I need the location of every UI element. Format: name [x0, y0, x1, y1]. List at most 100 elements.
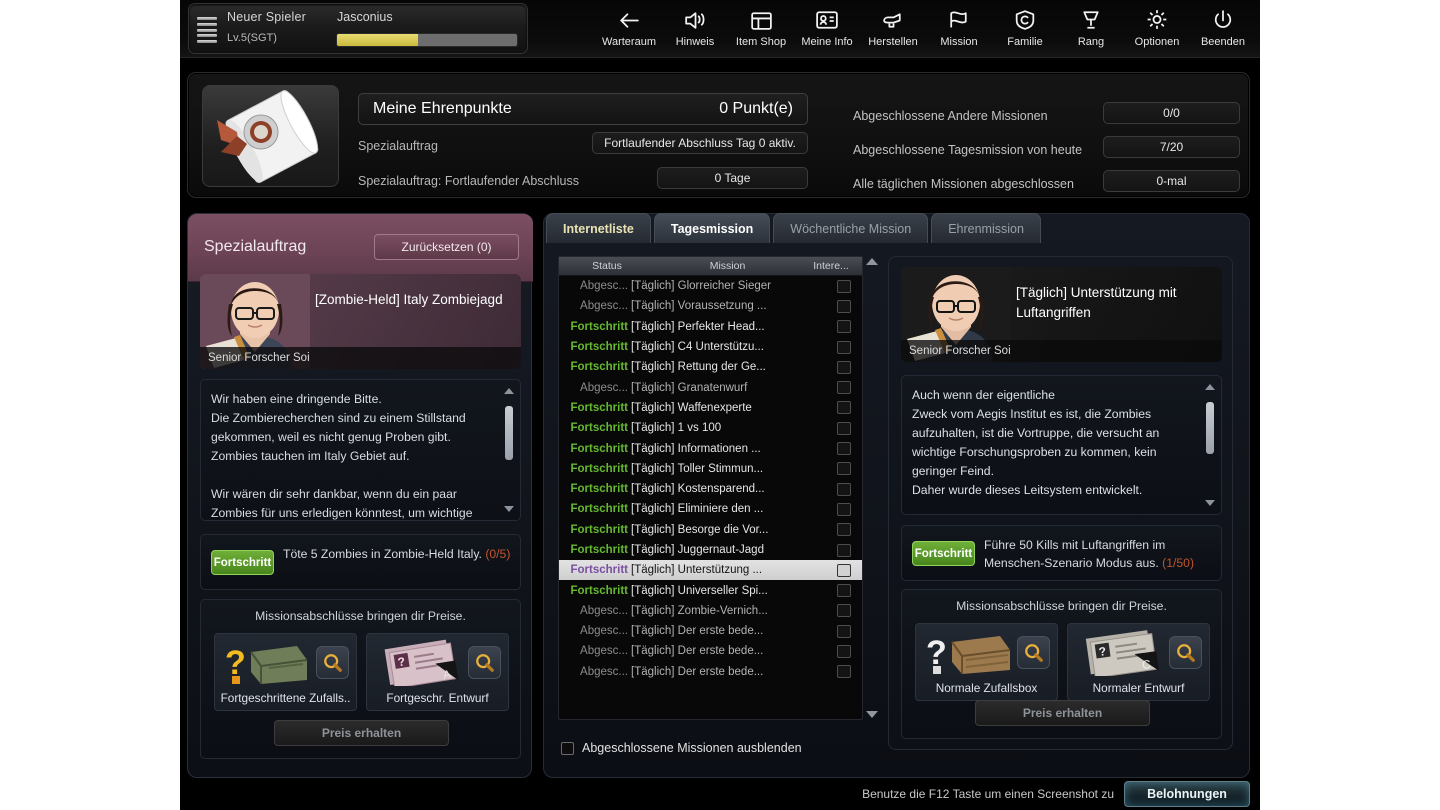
- mission-table-body[interactable]: Abgesc... [Täglich] Glorreicher Sieger Abg…: [559, 276, 862, 719]
- mission-row[interactable]: Abgesc... [Täglich] Zombie-Vernich...: [559, 601, 862, 621]
- mission-row-checkbox[interactable]: [826, 624, 862, 638]
- mission-row-checkbox[interactable]: [826, 421, 862, 435]
- mission-row-checkbox[interactable]: [826, 482, 862, 496]
- mission-row[interactable]: Abgesc... [Täglich] Der erste bede...: [559, 662, 862, 682]
- menu-hamburger-icon[interactable]: [197, 17, 217, 43]
- mission-row[interactable]: Fortschritt [Täglich] C4 Unterstützu...: [559, 337, 862, 357]
- player-card[interactable]: Neuer Spieler Lv.5(SGT) Jasconius: [188, 3, 528, 54]
- nav-item-label: Mission: [940, 36, 978, 48]
- tab-ehrenmission[interactable]: Ehrenmission: [931, 213, 1041, 243]
- mission-row[interactable]: Fortschritt [Täglich] Juggernaut-Jagd: [559, 540, 862, 560]
- detail-scroll-thumb[interactable]: [1206, 402, 1214, 454]
- tab-w-chentliche-mission[interactable]: Wöchentliche Mission: [773, 213, 929, 243]
- mission-row[interactable]: Fortschritt [Täglich] Toller Stimmun...: [559, 459, 862, 479]
- special-claim-prize-button[interactable]: Preis erhalten: [274, 720, 449, 746]
- back-arrow-icon: [596, 6, 662, 34]
- checkbox-box-icon[interactable]: [561, 741, 574, 755]
- detail-scroll-down-icon[interactable]: [1205, 500, 1215, 506]
- mission-row-title: [Täglich] C4 Unterstützu...: [631, 341, 764, 354]
- nav-item-herstellen[interactable]: Herstellen: [860, 2, 926, 48]
- experience-bar: [337, 34, 517, 46]
- id-card-icon: [794, 6, 860, 34]
- detail-scroll-up-icon[interactable]: [1205, 384, 1215, 390]
- mission-row[interactable]: Fortschritt [Täglich] 1 vs 100: [559, 418, 862, 438]
- mission-row-checkbox[interactable]: [826, 360, 862, 374]
- mission-row-checkbox[interactable]: [826, 644, 862, 658]
- scroll-thumb[interactable]: [505, 406, 513, 460]
- mission-list-scrollbar[interactable]: [866, 256, 878, 720]
- mission-row-checkbox[interactable]: [826, 279, 862, 293]
- reset-button[interactable]: Zurücksetzen (0): [374, 234, 519, 260]
- mission-row-title: [Täglich] Der erste bede...: [631, 625, 764, 638]
- mission-detail-panel: [Täglich] Unterstützung mit Luftangriffe…: [888, 256, 1233, 750]
- mission-row[interactable]: Abgesc... [Täglich] Der erste bede...: [559, 621, 862, 641]
- mission-row[interactable]: Fortschritt [Täglich] Eliminiere den ...: [559, 499, 862, 519]
- nav-item-mission[interactable]: Mission: [926, 2, 992, 48]
- special-description-scrollbar[interactable]: [503, 388, 515, 512]
- mission-row-checkbox[interactable]: [826, 462, 862, 476]
- mission-row-checkbox[interactable]: [826, 320, 862, 334]
- green-crate-question-icon: ?: [221, 638, 315, 686]
- mission-row[interactable]: Fortschritt [Täglich] Universeller Spi...: [559, 580, 862, 600]
- mission-row[interactable]: Fortschritt [Täglich] Waffenexperte: [559, 398, 862, 418]
- mission-row-checkbox[interactable]: [826, 584, 862, 598]
- special-prize-item-2[interactable]: ? A Fortgeschr. Entwurf: [366, 633, 509, 711]
- tab-tagesmission[interactable]: Tagesmission: [653, 213, 771, 243]
- mission-row[interactable]: Abgesc... [Täglich] Der erste bede...: [559, 641, 862, 661]
- mission-row-checkbox[interactable]: [826, 299, 862, 313]
- rewards-button[interactable]: Belohnungen: [1124, 781, 1250, 807]
- nav-item-rang[interactable]: Rang: [1058, 2, 1124, 48]
- nav-item-optionen[interactable]: Optionen: [1124, 2, 1190, 48]
- mission-row[interactable]: Fortschritt [Täglich] Perfekter Head...: [559, 317, 862, 337]
- mission-scroll-up-icon[interactable]: [866, 258, 878, 265]
- mission-row[interactable]: Fortschritt [Täglich] Besorge die Vor...: [559, 520, 862, 540]
- mission-row[interactable]: Abgesc... [Täglich] Glorreicher Sieger: [559, 276, 862, 296]
- nav-item-label: Meine Info: [801, 36, 853, 48]
- mission-row-checkbox[interactable]: [826, 665, 862, 679]
- game-viewport: Neuer Spieler Lv.5(SGT) Jasconius Warter…: [180, 0, 1260, 810]
- mission-row[interactable]: Fortschritt [Täglich] Unterstützung ...: [559, 560, 862, 581]
- mission-row-checkbox[interactable]: [826, 401, 862, 415]
- mission-row-title: [Täglich] Waffenexperte: [631, 401, 752, 414]
- mission-row[interactable]: Fortschritt [Täglich] Rettung der Ge...: [559, 357, 862, 377]
- detail-magnifier-icon-2[interactable]: [1169, 636, 1202, 669]
- mission-row-checkbox[interactable]: [826, 563, 862, 577]
- detail-progress-box: Fortschritt Führe 50 Kills mit Luftangri…: [901, 525, 1222, 581]
- nav-item-familie[interactable]: Familie: [992, 2, 1058, 48]
- special-prize-label-2: Fortgeschr. Entwurf: [386, 691, 489, 705]
- detail-prize-item-1[interactable]: ? Normale Zufallsbox: [915, 623, 1058, 701]
- speaker-icon: [662, 6, 728, 34]
- mission-row[interactable]: Fortschritt [Täglich] Kostensparend...: [559, 479, 862, 499]
- detail-magnifier-icon-1[interactable]: [1017, 636, 1050, 669]
- mission-row-checkbox[interactable]: [826, 502, 862, 516]
- mission-row-checkbox[interactable]: [826, 523, 862, 537]
- hide-completed-checkbox[interactable]: Abgeschlossene Missionen ausblenden: [561, 741, 802, 755]
- magnifier-icon-1[interactable]: [316, 646, 349, 679]
- detail-prize-item-2[interactable]: ? C Normaler Entwurf: [1067, 623, 1210, 701]
- special-prize-item-1[interactable]: ? Fortgeschrittene Zufalls..: [214, 633, 357, 711]
- tab-internetliste[interactable]: Internetliste: [546, 213, 651, 243]
- scroll-up-icon[interactable]: [504, 388, 514, 394]
- mission-row-checkbox[interactable]: [826, 442, 862, 456]
- mission-row-checkbox[interactable]: [826, 543, 862, 557]
- detail-description-scrollbar[interactable]: [1204, 384, 1216, 506]
- mission-row-status: Fortschritt: [570, 320, 629, 333]
- mission-row[interactable]: Fortschritt [Täglich] Informationen ...: [559, 438, 862, 458]
- nav-item-hinweis[interactable]: Hinweis: [662, 2, 728, 48]
- nav-item-item-shop[interactable]: Item Shop: [728, 2, 794, 48]
- nav-item-label: Optionen: [1134, 36, 1180, 48]
- scroll-down-icon[interactable]: [504, 506, 514, 512]
- mission-row-checkbox[interactable]: [826, 604, 862, 618]
- mission-scroll-down-icon[interactable]: [866, 711, 878, 718]
- nav-item-beenden[interactable]: Beenden: [1190, 2, 1256, 48]
- nav-item-warteraum[interactable]: Warteraum: [596, 2, 662, 48]
- mission-row-checkbox[interactable]: [826, 381, 862, 395]
- mission-row[interactable]: Abgesc... [Täglich] Granatenwurf: [559, 377, 862, 397]
- detail-claim-prize-button[interactable]: Preis erhalten: [975, 700, 1150, 726]
- mission-row-title: [Täglich] Kostensparend...: [631, 483, 765, 496]
- mission-row-checkbox[interactable]: [826, 340, 862, 354]
- mission-row-status: Fortschritt: [570, 442, 629, 455]
- mission-row[interactable]: Abgesc... [Täglich] Voraussetzung ...: [559, 296, 862, 316]
- nav-item-meine-info[interactable]: Meine Info: [794, 2, 860, 48]
- magnifier-icon-2[interactable]: [468, 646, 501, 679]
